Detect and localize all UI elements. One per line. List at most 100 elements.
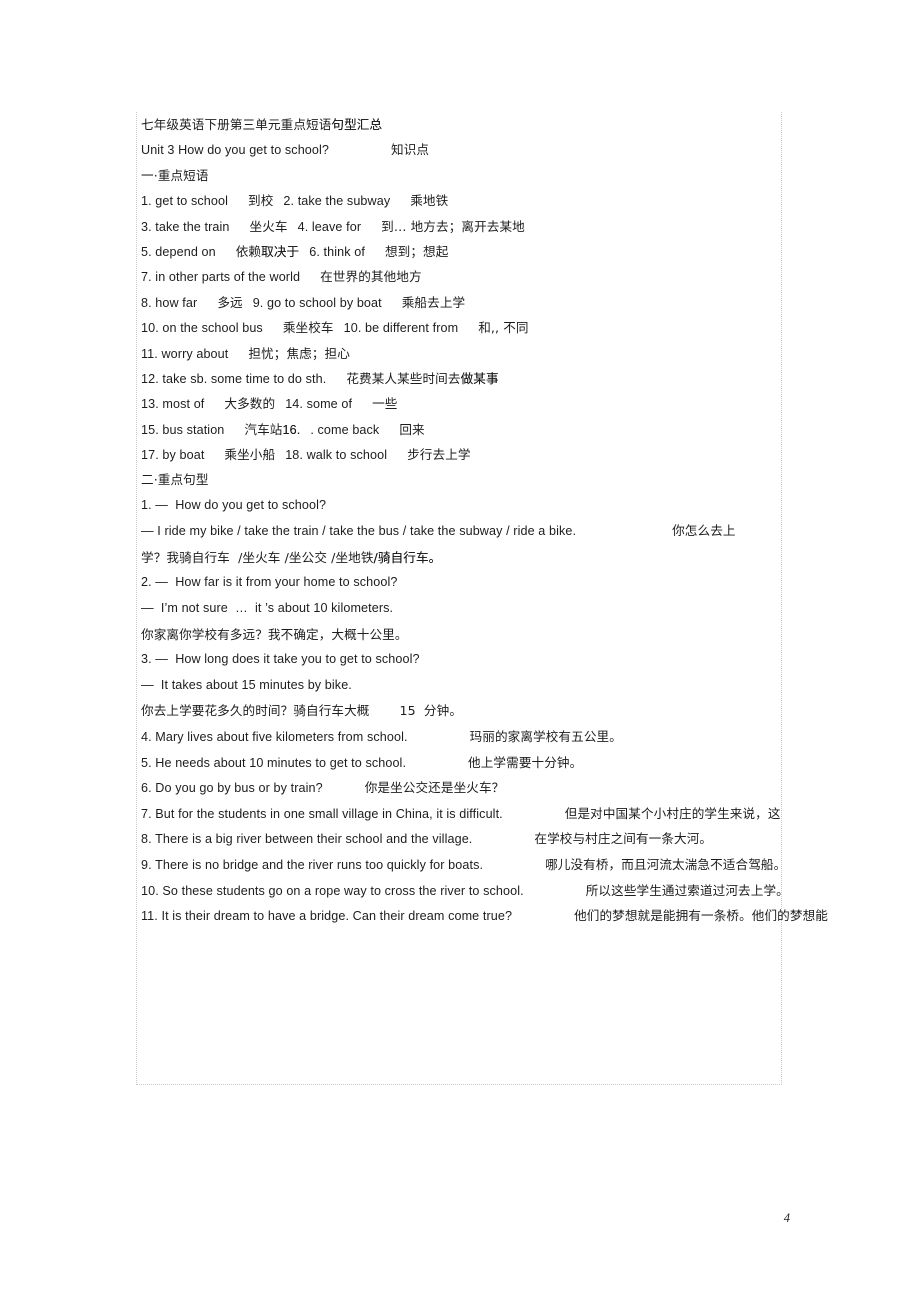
- sentence-english-text: 4. Mary lives about five kilometers from…: [141, 730, 408, 745]
- phrase-chinese-2: 步行去上学: [407, 447, 471, 463]
- sentence-english: 2. — How far is it from your home to sch…: [141, 570, 775, 596]
- phrase-row: 10. on the school bus 乘坐校车 10. be differen…: [141, 315, 775, 340]
- phrase-english: 17. by boat: [141, 448, 205, 463]
- phrase-english: 12. take sb. some time to do sth.: [141, 371, 327, 386]
- phrase-row: 15. bus station 汽车站16. 16. . come back 回来: [141, 417, 775, 442]
- sentence-chinese: 你家离你学校有多远？我不确定，大概十公里。: [141, 622, 775, 648]
- sentence-chinese-inline: 他们的梦想就是能拥有一条桥。他们的梦想能: [574, 908, 828, 924]
- text-frame: 七年级英语下册第三单元重点短语句型汇总 句型汇总 Unit 3 How do yo…: [136, 112, 828, 1085]
- phrase-chinese: 大多数的: [224, 396, 276, 412]
- sentence-english: 7. But for the students in one small vil…: [141, 801, 780, 827]
- sentence-english: 11. It is their dream to have a bridge. …: [141, 903, 828, 929]
- sentence-answer: — I’m not sure … it ’s about 10 kilomete…: [141, 596, 775, 622]
- sentence-pattern-list: 1. — How do you get to school? — I ride m…: [141, 493, 828, 929]
- phrase-row: 12. take sb. some time to do sth. 花费某人某些时…: [141, 366, 775, 391]
- sentence-answer-text: — It takes about 15 minutes by bike.: [141, 677, 352, 692]
- phrase-chinese-overlap: 做某事 做某事: [460, 371, 499, 386]
- phrase-chinese-2: 到… 地方去；离开去某地: [381, 218, 525, 234]
- sentence-answer: — I ride my bike / take the train / take…: [141, 518, 775, 544]
- sentence-answer-text: — I ride my bike / take the train / take…: [141, 524, 577, 539]
- sentence-english-text: 6. Do you go by bus or by train?: [141, 781, 323, 796]
- sentence-chinese: 学？我骑自行车 /坐火车 /坐公交 /坐地铁/骑自行车。/骑自行车。: [141, 545, 775, 571]
- phrase-english-2: 14. some of: [285, 397, 353, 412]
- phrase-list: 1. get to school 到校 2. take the subway 乘地铁 3…: [141, 188, 775, 467]
- sentence-english-text: 9. There is no bridge and the river runs…: [141, 857, 484, 872]
- sentence-english: 9. There is no bridge and the river runs…: [141, 852, 786, 878]
- sentence-english-text: 3. — How long does it take you to get to…: [141, 652, 420, 667]
- phrase-chinese: 在世界的其他地方: [320, 269, 422, 285]
- phrase-chinese: 到校: [248, 193, 274, 209]
- phrase-chinese: 担忧；焦虑；担心: [248, 345, 350, 361]
- unit-line: Unit 3 How do you get to school? 知识点: [141, 137, 775, 162]
- sentence-answer: — It takes about 15 minutes by bike.: [141, 673, 775, 699]
- sentence-english-text: 2. — How far is it from your home to sch…: [141, 575, 398, 590]
- phrase-chinese-2: 乘船去上学: [401, 294, 466, 310]
- sentence-english: 5. He needs about 10 minutes to get to s…: [141, 750, 775, 776]
- phrase-chinese-2: 和,, 不同: [478, 320, 529, 336]
- unit-title: Unit 3 How do you get to school?: [141, 143, 330, 158]
- sentence-english-text: 1. — How do you get to school?: [141, 497, 327, 512]
- phrase-english: 10. on the school bus: [141, 321, 263, 336]
- phrase-chinese-2: 乘地铁: [410, 193, 449, 209]
- phrase-english: 11. worry about: [141, 346, 229, 361]
- sentence-english-text: 8. There is a big river between their sc…: [141, 832, 473, 847]
- sentence-english: 1. — How do you get to school?: [141, 493, 775, 519]
- sentence-chinese-inline: 哪儿没有桥，而且河流太湍急不适合驾船。: [545, 856, 787, 872]
- phrase-chinese: 依赖: [235, 243, 262, 259]
- section-one-heading: 一·重点短语: [141, 167, 209, 183]
- sentence-chinese: 你去上学要花多久的时间？骑自行车大概 15 分钟。: [141, 698, 775, 724]
- phrase-row: 7. in other parts of the world 在世界的其他地方: [141, 264, 775, 289]
- sentence-chinese-text: 学？我骑自行车 /坐火车 /坐公交 /坐地铁: [141, 549, 374, 565]
- phrase-english: 13. most of: [141, 397, 205, 412]
- phrase-english-2: 9. go to school by boat: [252, 295, 382, 310]
- phrase-english: 15. bus station: [141, 422, 225, 437]
- sentence-chinese-overlap: /骑自行车。/骑自行车。: [373, 549, 442, 565]
- phrase-english: 1. get to school: [141, 194, 229, 209]
- page-number: 4: [783, 1211, 790, 1225]
- phrase-row: 3. take the train 坐火车 4. leave for 到… 地方去；离…: [141, 214, 775, 239]
- phrase-chinese-2: 想到；想起: [384, 243, 449, 259]
- document-title-text: 七年级英语下册第三单元重点短语: [141, 117, 332, 132]
- phrase-chinese: 花费某人某些时间去: [346, 370, 461, 386]
- phrase-english-2: 4. leave for: [297, 219, 362, 234]
- phrase-chinese-2: 一些: [372, 396, 398, 412]
- sentence-english-text: 10. So these students go on a rope way t…: [141, 883, 524, 898]
- phrase-english-2: 2. take the subway: [283, 194, 391, 209]
- sentence-chinese-inline: 他上学需要十分钟。: [468, 754, 583, 770]
- phrase-chinese: 乘坐小船: [224, 447, 276, 463]
- sentence-chinese-inline: 但是对中国某个小村庄的学生来说，这: [564, 805, 781, 821]
- sentence-english: 10. So these students go on a rope way t…: [141, 878, 789, 904]
- sentence-chinese-text: 你去上学要花多久的时间？骑自行车大概: [141, 703, 370, 719]
- phrase-english-2: 18. walk to school: [285, 448, 388, 463]
- phrase-chinese-2: 回来: [399, 421, 425, 437]
- section-two-heading: 二·重点句型: [141, 472, 209, 488]
- phrase-row: 17. by boat 乘坐小船 18. walk to school 步行去上学: [141, 442, 775, 467]
- sentence-chinese-inline: 玛丽的家离学校有五公里。: [469, 729, 622, 745]
- phrase-english-2: 10. be different from: [343, 321, 459, 336]
- sentence-chinese-inline: 在学校与村庄之间有一条大河。: [534, 831, 713, 847]
- sentence-english-text: 7. But for the students in one small vil…: [141, 806, 503, 821]
- sentence-english-text: 5. He needs about 10 minutes to get to s…: [141, 755, 407, 770]
- phrase-english-2: 6. think of: [309, 244, 365, 259]
- sentence-english: 6. Do you go by bus or by train? 你是坐公交还是坐…: [141, 775, 775, 801]
- document-title: 七年级英语下册第三单元重点短语句型汇总 句型汇总: [141, 112, 775, 137]
- phrase-chinese: 坐火车: [249, 218, 288, 234]
- phrase-row: 5. depend on 依赖取决于 取决于 6. think of 想到；想起: [141, 239, 775, 264]
- sentence-chinese-tail: 15 分钟。: [399, 703, 463, 719]
- phrase-chinese: 多远: [217, 294, 243, 310]
- document-page: 七年级英语下册第三单元重点短语句型汇总 句型汇总 Unit 3 How do yo…: [0, 0, 920, 1303]
- phrase-english: 3. take the train: [141, 219, 230, 234]
- sentence-chinese-inline: 所以这些学生通过索道过河去上学。: [585, 882, 789, 898]
- phrase-row: 13. most of 大多数的 14. some of 一些: [141, 391, 775, 416]
- phrase-row: 8. how far 多远 9. go to school by boat 乘船去上学: [141, 290, 775, 315]
- phrase-english-2: . come back: [310, 422, 380, 437]
- phrase-english: 8. how far: [141, 295, 198, 310]
- phrase-row: 11. worry about 担忧；焦虑；担心: [141, 341, 775, 366]
- phrase-row: 1. get to school 到校 2. take the subway 乘地铁: [141, 188, 775, 213]
- sentence-english-text: 11. It is their dream to have a bridge. …: [141, 909, 513, 924]
- sentence-english: 4. Mary lives about five kilometers from…: [141, 724, 775, 750]
- phrase-chinese-overlap: 16. 16.: [282, 422, 301, 437]
- sentence-answer-tail: 你怎么去上: [672, 523, 736, 539]
- sentence-chinese-text: 你家离你学校有多远？我不确定，大概十公里。: [141, 626, 408, 642]
- phrase-chinese-overlap: 取决于 取决于: [261, 244, 300, 259]
